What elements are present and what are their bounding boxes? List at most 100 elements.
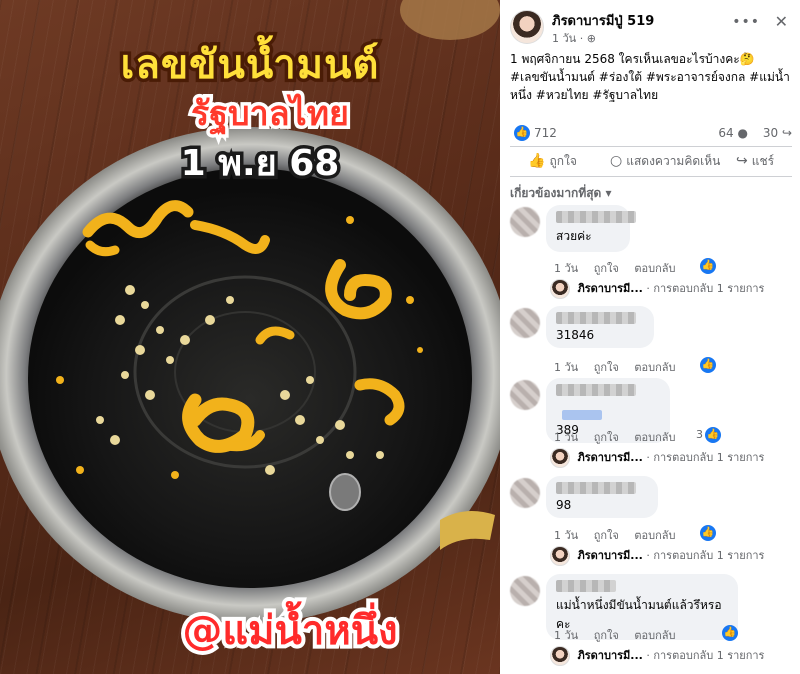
comment-reaction-count[interactable]: 3 👍 [696,427,721,443]
commenter-name-blurred[interactable] [556,482,636,494]
caption-hashtags[interactable]: #เลขขันน้ำมนต์ #ร่องใต้ #พระอาจารย์จงกล … [510,70,790,102]
post-photo[interactable]: เลขขันน้ำมนต์ รัฐบาลไทย 1 พ.ย 68 @แม่น้ำ… [0,0,500,674]
reply-count: · การตอบกลับ 1 รายการ [646,451,765,464]
comment-reaction-icon[interactable]: 👍 [700,357,716,373]
comment-button-label: แสดงความคิดเห็น [626,154,721,168]
thumbs-up-icon: 👍 [528,153,546,169]
comment-time[interactable]: 1 วัน [554,361,578,374]
comment-like-button[interactable]: ถูกใจ [594,361,619,374]
comment-bubble: สวยค่ะ [546,205,636,252]
image-handle: @แม่น้ำหนึ่ง [178,604,401,658]
caption-text: 1 พฤศจิกายน 2568 ใครเห็นเลขอะไรบ้างคะ🤔 [510,52,755,66]
comment-bubble: 31846 [546,306,654,348]
like-reaction-icon: 👍 [514,125,530,141]
comment-reaction-count-value: 3 [696,428,703,441]
comment-count-value: 64 [718,126,734,140]
like-count[interactable]: 👍 712 [510,125,557,141]
commenter-badge [562,409,602,420]
reply-author: ภิรดาบารมี... [577,549,643,562]
reply-author-avatar [550,448,570,468]
comment-reaction-icon[interactable]: 👍 [700,525,716,541]
share-count-icon: ↪ [781,126,792,140]
comment-meta: 1 วัน ถูกใจ ตอบกลับ [554,358,687,376]
divider [510,146,792,147]
comment-count[interactable]: 64 ● [718,126,748,140]
comment-like-button[interactable]: ถูกใจ [594,629,619,642]
comment-like-button[interactable]: ถูกใจ [594,262,619,275]
comment-text: 98 [556,498,572,512]
comment-count-icon: ● [737,126,748,140]
commenter-avatar[interactable] [510,380,540,410]
commenter-avatar[interactable] [510,478,540,508]
comment-time[interactable]: 1 วัน [554,629,578,642]
more-options-icon[interactable]: ••• [732,14,760,30]
commenter-avatar[interactable] [510,308,540,338]
reply-summary[interactable]: ภิรดาบารมี... · การตอบกลับ 1 รายการ [550,279,764,299]
like-button-label: ถูกใจ [549,154,577,168]
comment-like-button[interactable]: ถูกใจ [594,529,619,542]
commenter-name-blurred[interactable] [556,312,636,324]
comment-filter[interactable]: เกี่ยวข้องมากที่สุด ▾ [510,184,612,203]
comment-reaction-icon[interactable]: 👍 [722,625,738,641]
post-caption: 1 พฤศจิกายน 2568 ใครเห็นเลขอะไรบ้างคะ🤔 #… [510,50,792,104]
image-title-line2: รัฐบาลไทย [188,91,353,138]
reply-author: ภิรดาบารมี... [577,451,643,464]
comment-reply-button[interactable]: ตอบกลับ [634,361,675,374]
post-actions: 👍 ถูกใจ ○ แสดงความคิดเห็น ↪ แชร์ [510,150,792,174]
comment-reaction-icon: 👍 [705,427,721,443]
divider [510,176,792,177]
reply-summary[interactable]: ภิรดาบารมี... · การตอบกลับ 1 รายการ [550,448,764,468]
comment-reply-button[interactable]: ตอบกลับ [634,431,675,444]
comment-text: สวยค่ะ [556,229,592,243]
reply-author-avatar [550,646,570,666]
globe-icon: · ⊕ [579,32,596,45]
comment-like-button[interactable]: ถูกใจ [594,431,619,444]
commenter-avatar[interactable] [510,576,540,606]
comment-time[interactable]: 1 วัน [554,262,578,275]
comment-time[interactable]: 1 วัน [554,529,578,542]
reply-author-avatar [550,279,570,299]
like-button[interactable]: 👍 ถูกใจ [528,152,577,171]
commenter-name-blurred[interactable] [556,384,636,396]
comment-meta: 1 วัน ถูกใจ ตอบกลับ [554,626,687,644]
like-count-value: 712 [534,126,557,140]
comment-time[interactable]: 1 วัน [554,431,578,444]
post-time[interactable]: 1 วัน [552,32,576,45]
share-count[interactable]: 30 ↪ [763,126,792,140]
share-count-value: 30 [762,126,779,140]
comment-reaction-icon[interactable]: 👍 [700,258,716,274]
comment-filter-label: เกี่ยวข้องมากที่สุด [510,186,602,200]
comment-button[interactable]: ○ แสดงความคิดเห็น [610,152,720,171]
chevron-down-icon: ▾ [605,186,612,200]
author-avatar[interactable] [510,10,544,44]
close-icon[interactable]: ✕ [775,12,788,31]
comment-text: 31846 [556,328,595,342]
reply-count: · การตอบกลับ 1 รายการ [646,549,765,562]
share-button-label: แชร์ [751,154,775,168]
comment-meta: 1 วัน ถูกใจ ตอบกลับ [554,428,687,446]
reply-count: · การตอบกลับ 1 รายการ [646,649,765,662]
comment-reply-button[interactable]: ตอบกลับ [634,529,675,542]
comment-reply-button[interactable]: ตอบกลับ [634,262,675,275]
reply-count: · การตอบกลับ 1 รายการ [646,282,765,295]
reply-summary[interactable]: ภิรดาบารมี... · การตอบกลับ 1 รายการ [550,646,764,666]
comment-bubble: 98 [546,476,658,518]
post-stats: 👍 712 64 ● 30 ↪ [510,124,792,144]
comment-meta: 1 วัน ถูกใจ ตอบกลับ [554,259,687,277]
reply-author-avatar [550,546,570,566]
post-author[interactable]: ภิรดาบารมีปู่ 519 [552,10,654,31]
comment-reply-button[interactable]: ตอบกลับ [634,629,675,642]
share-button[interactable]: ↪ แชร์ [736,152,774,171]
reply-author: ภิรดาบารมี... [577,649,643,662]
reply-summary[interactable]: ภิรดาบารมี... · การตอบกลับ 1 รายการ [550,546,764,566]
commenter-name-blurred[interactable] [556,580,616,592]
comment-meta: 1 วัน ถูกใจ ตอบกลับ [554,526,687,544]
share-icon: ↪ [736,153,748,169]
image-title-line3: 1 พ.ย 68 [177,140,343,188]
commenter-name-blurred[interactable] [556,211,636,223]
post-panel: ภิรดาบารมีปู่ 519 1 วัน · ⊕ ••• ✕ 1 พฤศจ… [500,0,800,674]
post-meta: 1 วัน · ⊕ [552,29,596,47]
commenter-avatar[interactable] [510,207,540,237]
reply-author: ภิรดาบารมี... [577,282,643,295]
comment-icon: ○ [610,153,623,169]
